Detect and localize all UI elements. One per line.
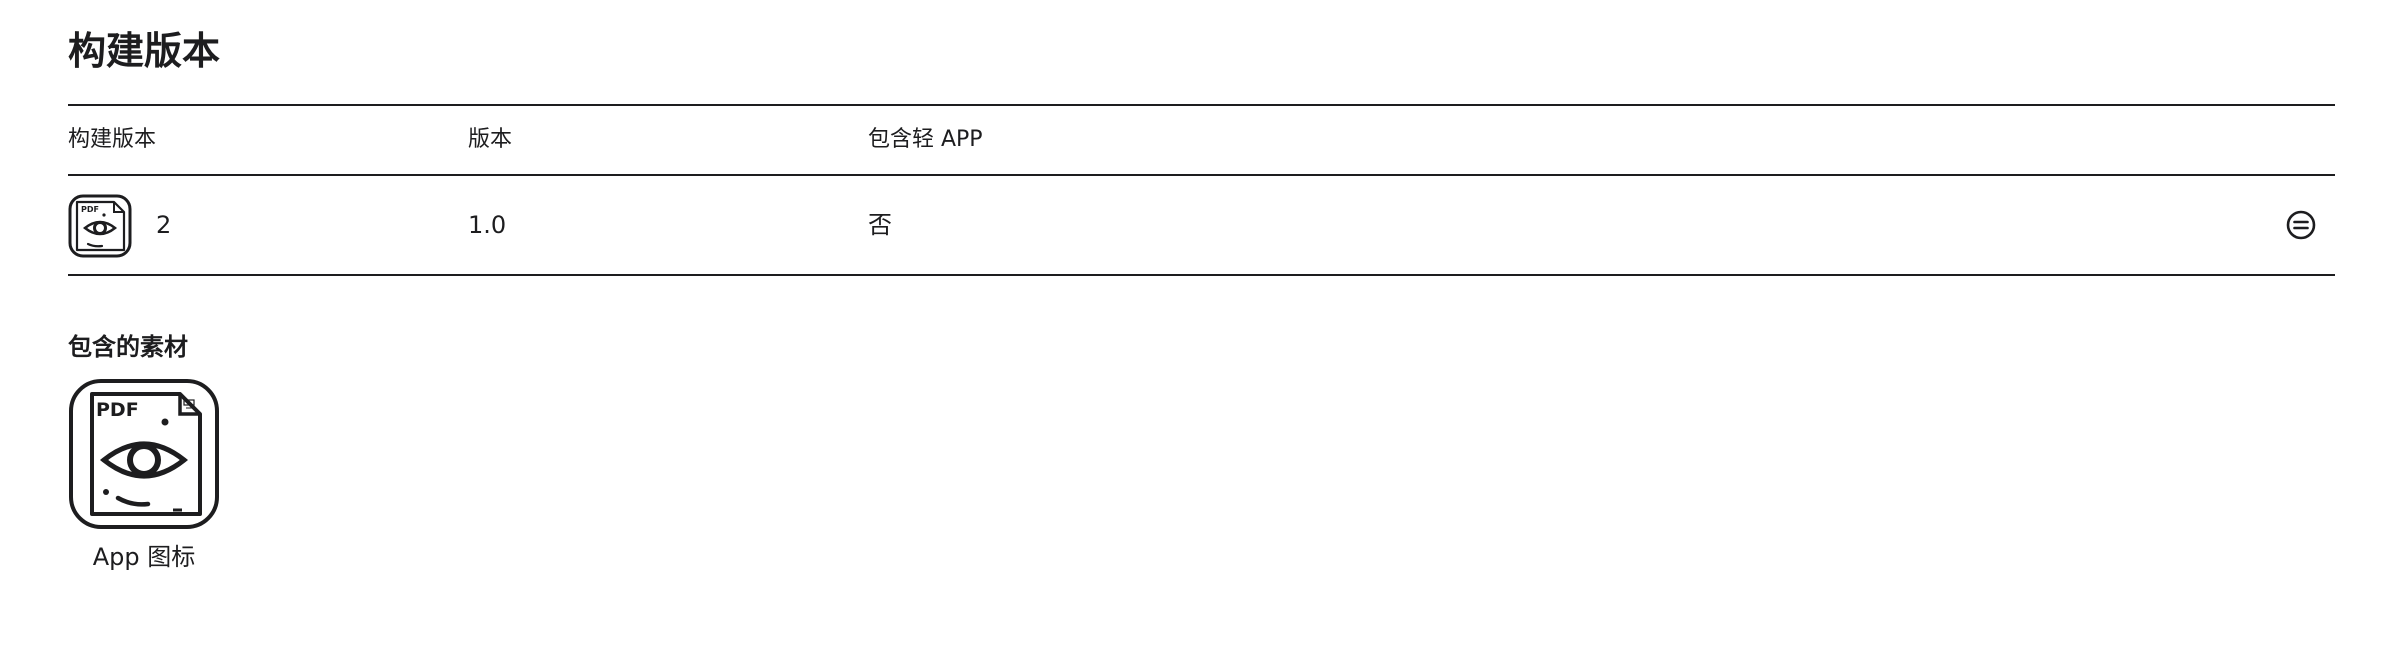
pdf-viewer-app-icon: PDF (68, 194, 132, 258)
table-row[interactable]: PDF 2 1.0 否 (68, 176, 2335, 276)
builds-table: 构建版本 版本 包含轻 APP PDF 2 1.0 否 (68, 104, 2335, 276)
build-number: 2 (156, 211, 172, 239)
column-header-includes-app-clip: 包含轻 APP (868, 127, 983, 152)
page-title: 构建版本 (68, 29, 221, 73)
asset-tile-app-icon[interactable]: PDF App 图标 (68, 378, 220, 574)
column-header-version: 版本 (468, 127, 513, 152)
included-assets-section: 包含的素材 PDF App 图标 (68, 330, 219, 571)
table-header-row: 构建版本 版本 包含轻 APP (68, 104, 2335, 176)
includes-app-clip-value: 否 (868, 211, 892, 239)
included-assets-title: 包含的素材 (68, 333, 188, 361)
svg-text:PDF: PDF (81, 205, 99, 214)
pdf-viewer-app-icon: PDF (69, 379, 219, 529)
column-header-build: 构建版本 (68, 127, 157, 152)
pdf-label: PDF (96, 399, 139, 421)
remove-circle-icon[interactable] (2285, 209, 2317, 241)
version-value: 1.0 (468, 211, 507, 239)
asset-label: App 图标 (92, 543, 196, 571)
